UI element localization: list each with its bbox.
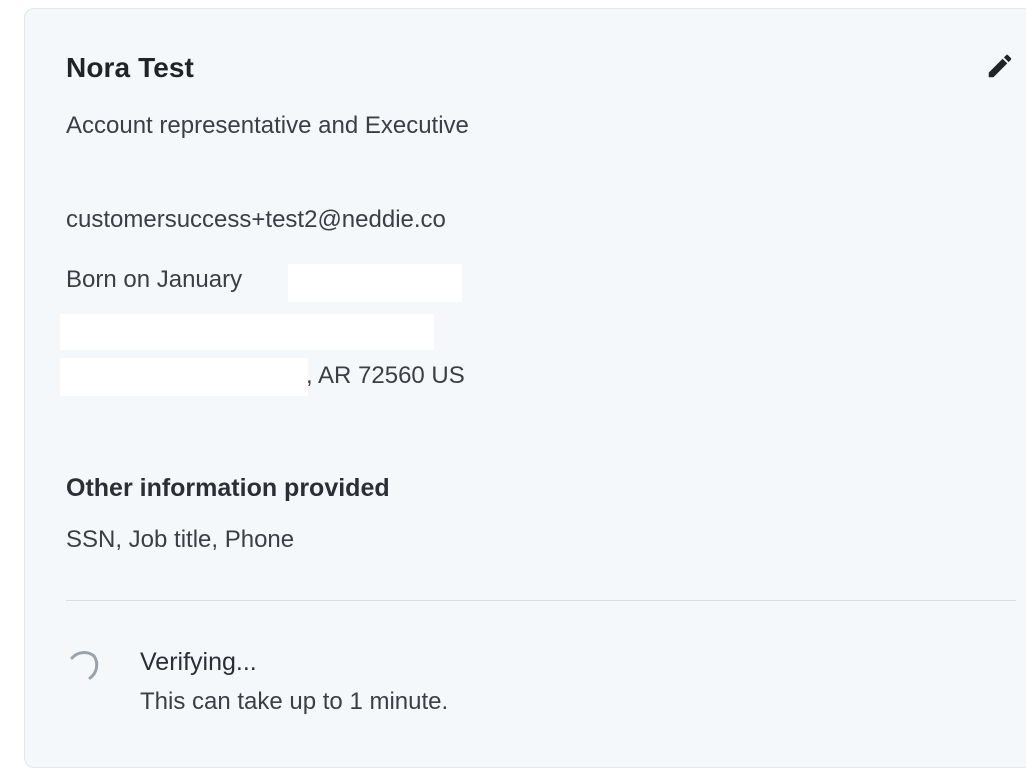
verifying-note: This can take up to 1 minute. <box>140 688 449 715</box>
loading-spinner-icon <box>70 651 99 680</box>
divider <box>66 600 1016 601</box>
edit-button[interactable] <box>982 48 1018 84</box>
verifying-status: Verifying... <box>140 648 257 676</box>
birth-date-label: Born on January <box>66 266 243 293</box>
address-region-postal: , AR 72560 US <box>306 362 465 389</box>
redacted-address-line-1 <box>60 314 434 350</box>
redacted-birth-date <box>288 264 462 302</box>
other-info-heading: Other information provided <box>66 474 390 502</box>
email-address: customersuccess+test2@neddie.co <box>66 206 446 233</box>
other-info-list: SSN, Job title, Phone <box>66 526 295 553</box>
redacted-address-city <box>60 358 308 396</box>
birth-date: Born on January <box>66 266 242 294</box>
pencil-icon <box>988 54 1012 78</box>
job-title: Account representative and Executive <box>66 112 469 139</box>
person-name: Nora Test <box>66 52 194 83</box>
